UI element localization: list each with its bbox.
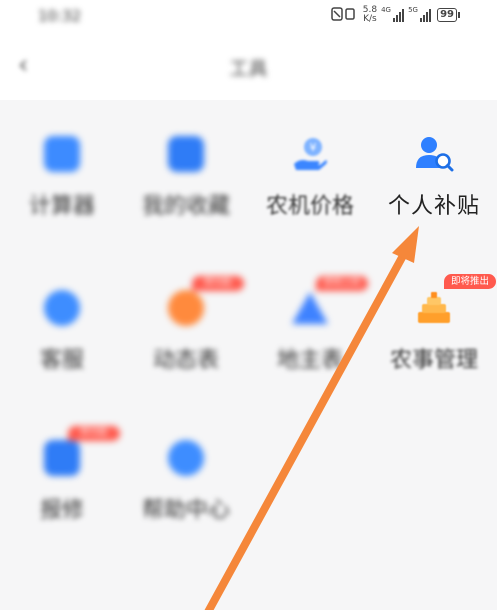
network-speed-unit: K/s [363,14,377,24]
grid-item-calculator[interactable]: 计算器 [0,134,124,220]
hand-coin-icon: ¥ [290,134,330,174]
stack-box-icon: 即将推出 [414,274,496,328]
new-badge: 新功能 [192,276,244,291]
grid-item-label: 农机价格 [265,194,354,219]
grid-item-label: 地主表 [276,348,343,373]
grid-item-label: 帮助中心 [141,498,230,523]
signal-4g-icon: 4G [381,6,405,22]
grid-item-label: 个人补贴 [387,194,480,219]
grid-item-label: 计算器 [28,194,95,219]
grid-item-personal-subsidy[interactable]: 个人补贴 [372,134,496,220]
grid-item-help[interactable]: 帮助中心 [124,438,248,524]
coming-badge: 即将推出 [444,274,496,289]
grid-item-machine-price[interactable]: ¥ 农机价格 [248,134,372,220]
tool-grid: 计算器 我的收藏 ¥ 农机价格 个人补贴 客服 新功能 动态表 即将上线 地主表… [0,100,497,610]
circle-icon: 新功能 [166,276,244,328]
grid-item-landlord[interactable]: 即将上线 地主表 [248,276,372,374]
grid-item-repair[interactable]: 新功能 报修 [0,426,124,524]
nfc-icon [331,7,357,23]
page-title: 工具 [229,58,268,80]
square-icon [166,134,206,174]
svg-text:¥: ¥ [310,141,317,154]
network-speed: 5.8 K/s [363,6,377,24]
grid-item-label: 我的收藏 [141,194,230,219]
triangle-icon: 即将上线 [290,276,368,328]
status-bar: 10:32 5.8 K/s 4G 5G 99 [0,0,497,32]
coming-badge: 即将上线 [316,276,368,291]
grid-item-service[interactable]: 客服 [0,288,124,374]
status-icons: 5.8 K/s 4G 5G 99 [331,6,460,24]
status-time: 10:32 [38,7,82,25]
square-icon: 新功能 [42,426,120,478]
grid-item-label: 报修 [39,498,84,523]
grid-item-farm-management[interactable]: 即将推出 农事管理 [372,274,496,374]
grid-item-label: 农事管理 [389,348,478,373]
battery-level: 99 [440,9,454,20]
circle-icon [42,288,82,328]
title-bar: ‹ 工具 [0,32,497,100]
signal-4g-label: 4G [381,6,391,14]
battery-icon: 99 [437,8,460,22]
new-badge: 新功能 [68,426,120,441]
grid-item-label: 客服 [39,348,84,373]
square-icon [42,134,82,174]
grid-item-dynamic[interactable]: 新功能 动态表 [124,276,248,374]
signal-5g-icon: 5G [408,6,432,22]
signal-5g-label: 5G [408,6,418,14]
circle-icon [166,438,206,478]
grid-item-label: 动态表 [152,348,219,373]
grid-item-favorites[interactable]: 我的收藏 [124,134,248,220]
user-search-icon [414,134,454,174]
